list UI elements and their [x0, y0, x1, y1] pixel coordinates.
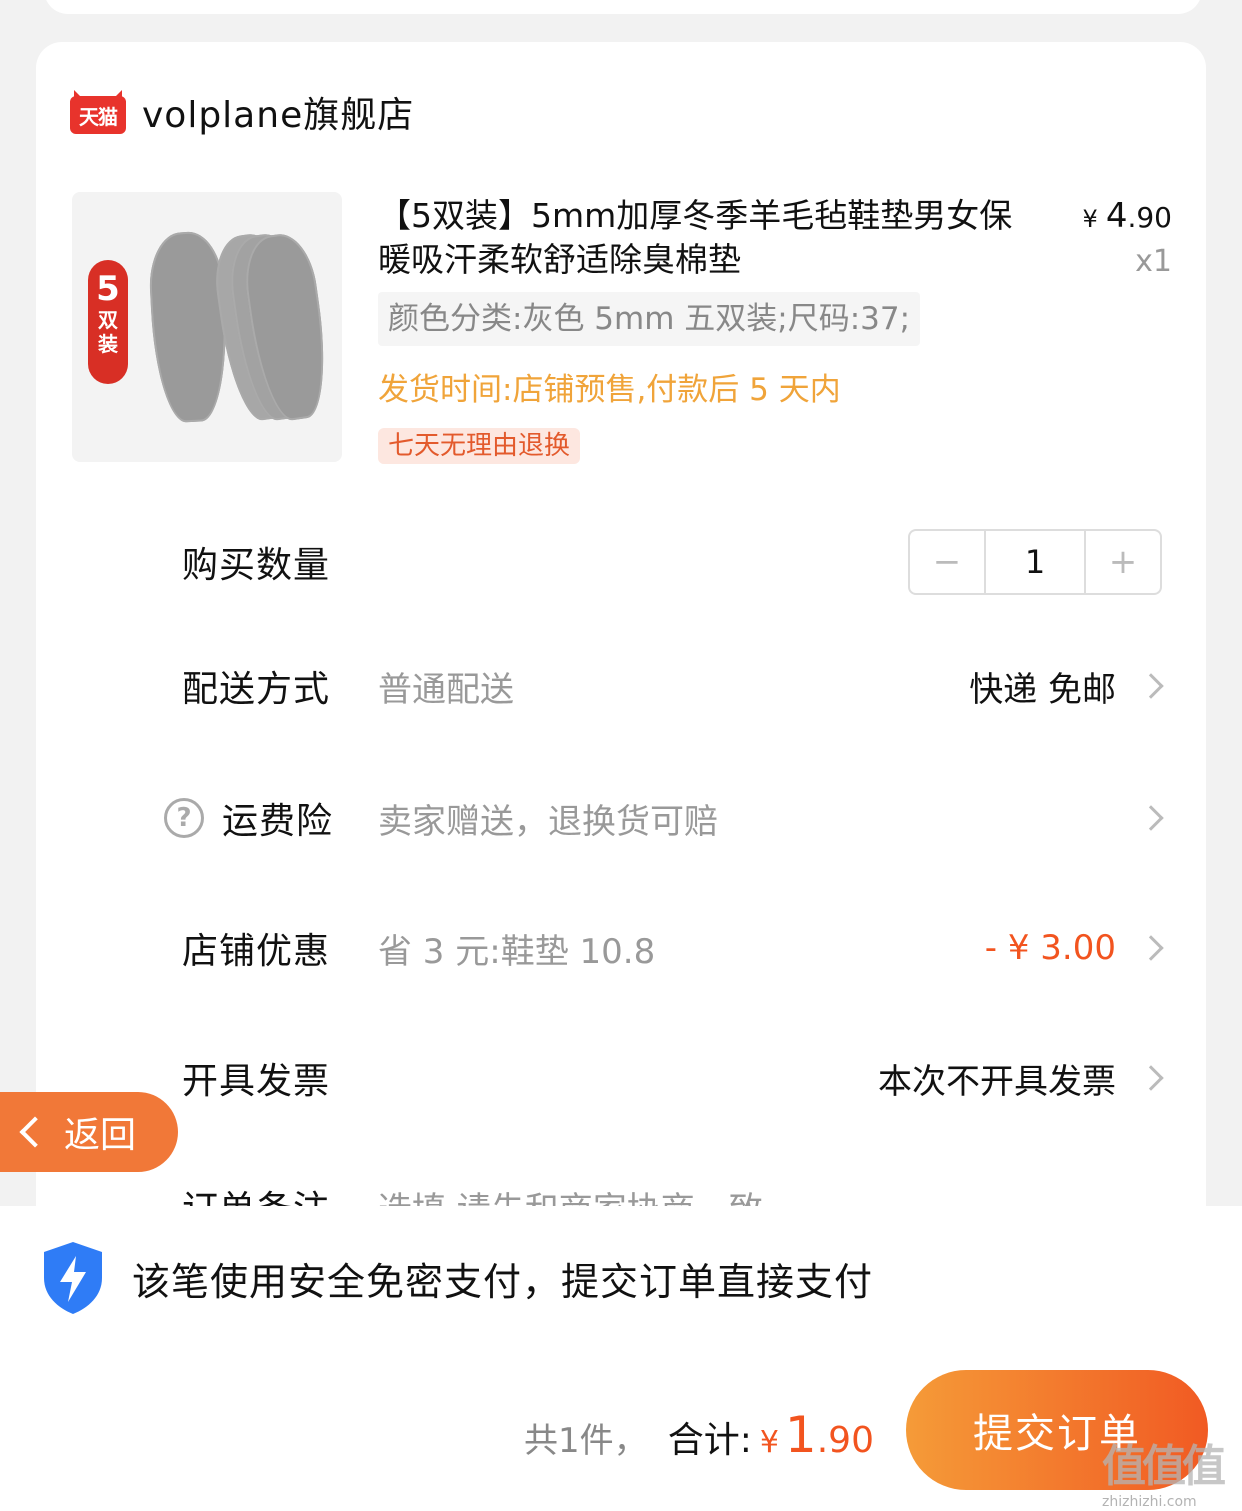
return-policy-tag: 七天无理由退换: [378, 428, 581, 464]
discount-desc: 省 3 元:鞋垫 10.8: [378, 931, 656, 972]
site-watermark: 值值值 zhizhizhi.com: [1102, 1441, 1226, 1510]
insurance-row[interactable]: ? 运费险 卖家赠送，退换货可赔: [164, 788, 1172, 848]
chevron-right-icon: [1138, 1065, 1164, 1091]
invoice-row[interactable]: 开具发票 本次不开具发票: [182, 1048, 1172, 1108]
shop-header[interactable]: 天猫 volplane旗舰店: [70, 86, 414, 138]
secure-pay-notice: 该笔使用安全免密支付，提交订单直接支付: [40, 1240, 873, 1316]
quantity-label: 购买数量: [182, 545, 331, 586]
checkout-bar: 该笔使用安全免密支付，提交订单直接支付 共1件， 合计: ¥1.90 提交订单: [0, 1206, 1242, 1511]
order-summary: 共1件， 合计: ¥1.90: [524, 1406, 874, 1464]
total-label: 合计:: [667, 1420, 752, 1461]
invoice-value: 本次不开具发票: [878, 1061, 1116, 1102]
invoice-label: 开具发票: [182, 1061, 331, 1102]
product-title[interactable]: 【5双装】5mm加厚冬季羊毛毡鞋垫男女保暖吸汗柔软舒适除臭棉垫: [378, 194, 1018, 282]
previous-card: [44, 0, 1202, 14]
delivery-label: 配送方式: [182, 669, 331, 710]
total-amount: ¥1.90: [759, 1406, 874, 1464]
help-icon[interactable]: ?: [164, 798, 204, 838]
order-card: 天猫 volplane旗舰店 5 双 装 【5双装】5mm加厚冬季羊毛毡鞋垫男女…: [36, 42, 1206, 1242]
chevron-right-icon: [1138, 935, 1164, 961]
chevron-right-icon: [1138, 673, 1164, 699]
shield-lightning-icon: [44, 1242, 102, 1314]
insurance-desc: 卖家赠送，退换货可赔: [378, 801, 718, 842]
quantity-stepper: − 1 +: [908, 529, 1162, 595]
product-quantity: x1: [1135, 244, 1172, 279]
discount-label: 店铺优惠: [182, 931, 331, 972]
quantity-row: 购买数量 − 1 +: [182, 529, 1172, 595]
chevron-right-icon: [1138, 805, 1164, 831]
sku-info[interactable]: 颜色分类:灰色 5mm 五双装;尺码:37;: [378, 292, 921, 346]
back-label: 返回: [64, 1115, 137, 1156]
insurance-label: 运费险: [222, 801, 334, 842]
back-button[interactable]: 返回: [0, 1092, 178, 1172]
shipping-time: 发货时间:店铺预售,付款后 5 天内: [378, 372, 841, 408]
shop-name: volplane旗舰店: [142, 95, 415, 136]
quantity-input[interactable]: 1: [984, 531, 1086, 593]
secure-pay-text: 该笔使用安全免密支付，提交订单直接支付: [132, 1259, 874, 1304]
item-count: 共1件，: [524, 1421, 648, 1461]
product-item[interactable]: 5 双 装 【5双装】5mm加厚冬季羊毛毡鞋垫男女保暖吸汗柔软舒适除臭棉垫 ¥4…: [72, 192, 1172, 472]
decrease-button[interactable]: −: [910, 531, 984, 593]
increase-button[interactable]: +: [1086, 531, 1160, 593]
discount-value: - ¥ 3.00: [984, 928, 1116, 968]
delivery-row[interactable]: 配送方式 普通配送 快递 免邮: [182, 656, 1172, 716]
delivery-value: 快递 免邮: [969, 669, 1116, 710]
product-price: ¥4.90: [1082, 196, 1172, 236]
chevron-left-icon: [19, 1116, 51, 1148]
pack-badge: 5 双 装: [88, 260, 128, 384]
product-thumbnail[interactable]: 5 双 装: [72, 192, 342, 462]
tmall-logo-icon: 天猫: [70, 90, 126, 134]
discount-row[interactable]: 店铺优惠 省 3 元:鞋垫 10.8 - ¥ 3.00: [182, 918, 1172, 978]
delivery-desc: 普通配送: [378, 669, 514, 710]
